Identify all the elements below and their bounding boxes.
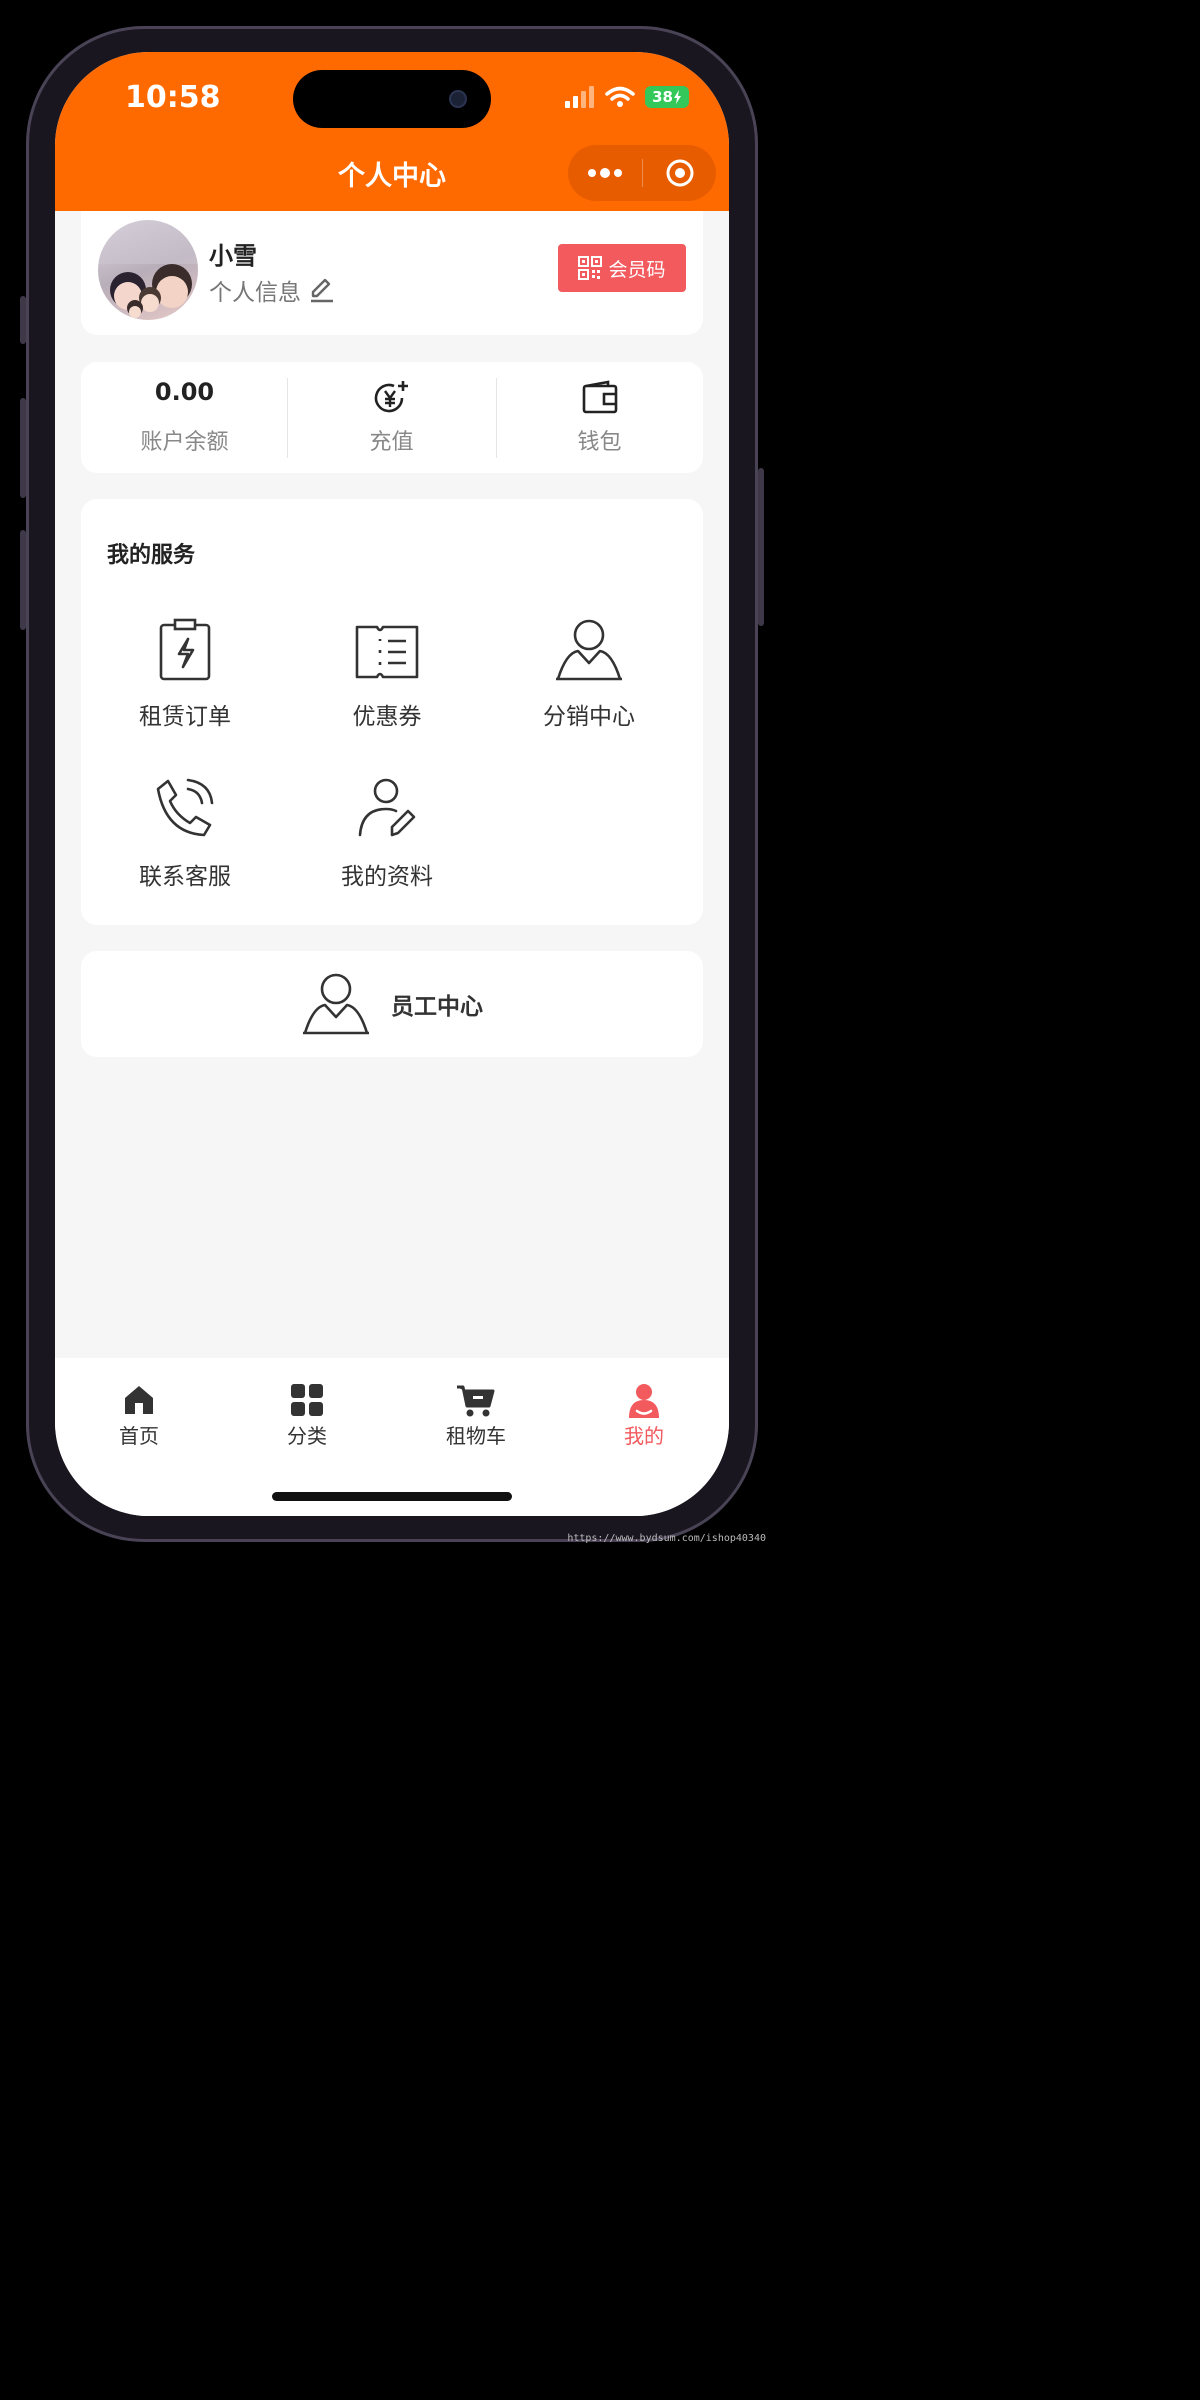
my-profile-item[interactable]: 我的资料 [297,777,477,907]
status-time: 10:58 [125,80,221,115]
tab-label: 租物车 [446,1424,506,1448]
service-label: 我的资料 [341,864,433,890]
member-code-label: 会员码 [608,258,666,281]
side-button-volume-up [20,398,26,498]
watermark: https://www.bydsum.com/ishop40340 [567,1533,766,1544]
service-label: 优惠券 [352,704,422,730]
close-button[interactable] [643,145,716,201]
avatar[interactable] [98,220,198,320]
tab-category[interactable]: 分类 [223,1378,391,1448]
user-edit-icon [358,778,416,837]
mini-program-capsule [568,145,716,201]
wifi-icon [605,86,635,107]
balance-item[interactable]: 0.00 账户余额 [81,362,288,473]
distribution-center-item[interactable]: 分销中心 [499,617,679,747]
side-button-power [758,468,764,626]
more-icon [588,168,622,178]
wallet-icon [582,380,617,414]
cart-icon [457,1385,495,1417]
profile-icon [629,1384,659,1418]
balance-label: 账户余额 [140,430,229,455]
side-button-volume-down [20,530,26,630]
profile-info-link[interactable]: 个人信息 [209,273,335,307]
grid-icon [291,1384,323,1416]
tab-home[interactable]: 首页 [55,1378,223,1448]
phone-icon [156,778,214,837]
service-label: 分销中心 [543,704,635,730]
profile-card: 小雪 个人信息 会员码 [81,211,703,335]
ticket-icon [355,625,419,679]
more-button[interactable] [568,145,642,201]
target-close-icon [666,159,693,187]
tab-mine[interactable]: 我的 [560,1378,728,1448]
staff-center-label: 员工中心 [391,994,483,1020]
signal-icon [565,86,594,108]
tab-cart[interactable]: 租物车 [392,1378,560,1448]
tab-label: 首页 [119,1424,159,1448]
recharge-label: 充值 [369,430,414,455]
rental-orders-item[interactable]: 租赁订单 [95,617,275,747]
battery-level: 38 [652,88,673,106]
balance-amount: 0.00 [154,378,215,406]
clipboard-lightning-icon [159,618,211,681]
tab-label: 我的 [624,1424,664,1448]
profile-info-label: 个人信息 [209,280,301,306]
wallet-label: 钱包 [577,430,622,455]
recharge-button[interactable]: 充值 [288,362,495,473]
edit-icon [311,278,333,303]
dynamic-island [293,70,491,128]
staff-center-card[interactable]: 员工中心 [81,951,703,1057]
user-name: 小雪 [209,242,257,270]
main-content: 小雪 个人信息 会员码 0.00 账户余额 充值 钱包 我的服务 租赁订单 优惠… [55,211,729,1358]
header: 10:58 38 个人中心 [55,52,729,211]
customer-service-item[interactable]: 联系客服 [95,777,275,907]
service-label: 租赁订单 [139,704,231,730]
member-code-button[interactable]: 会员码 [558,244,686,292]
status-icons: 38 [565,86,689,108]
side-button-action [20,296,26,344]
screen: 10:58 38 个人中心 小雪 个人信息 会员码 0.00 账户余额 充值 钱… [55,52,729,1516]
qrcode-icon [578,256,603,280]
services-title: 我的服务 [107,543,196,568]
balance-card: 0.00 账户余额 充值 钱包 [81,362,703,473]
camera-icon [449,90,467,108]
battery-icon: 38 [645,86,689,108]
wallet-button[interactable]: 钱包 [496,362,703,473]
service-label: 联系客服 [139,864,231,890]
home-indicator[interactable] [272,1492,512,1501]
yuan-plus-icon [374,381,408,413]
tab-label: 分类 [287,1424,327,1448]
services-card: 我的服务 租赁订单 优惠券 分销中心 联系客服 我的资料 [81,499,703,925]
user-icon [303,973,369,1035]
home-icon [125,1386,153,1414]
user-icon [556,619,622,681]
coupons-item[interactable]: 优惠券 [297,617,477,747]
